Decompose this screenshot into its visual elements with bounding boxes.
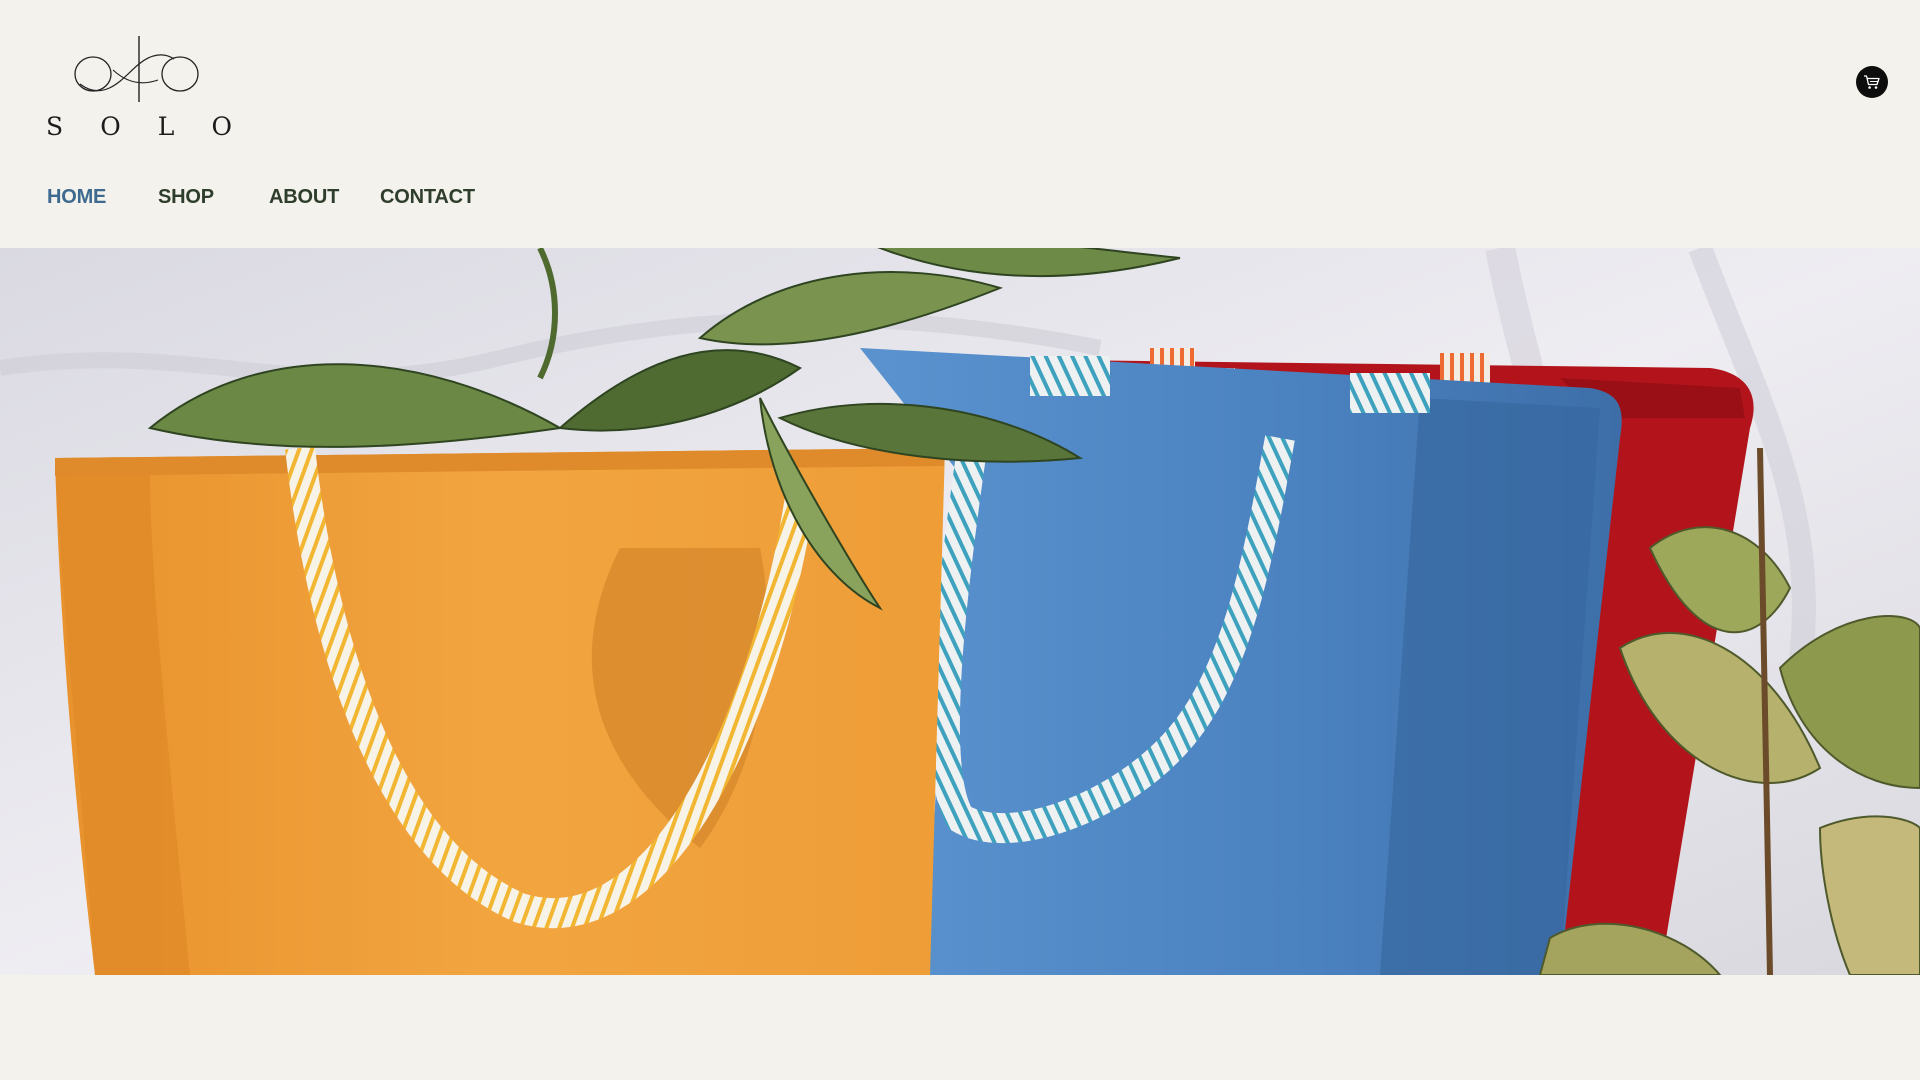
logo-mark [74, 36, 199, 102]
logo-letter: O [211, 112, 232, 141]
nav-home[interactable]: HOME [47, 186, 106, 209]
page-bottom [0, 975, 1920, 1080]
hero-image [0, 248, 1920, 975]
logo-letter: O [100, 112, 121, 141]
cart-button[interactable] [1856, 66, 1888, 98]
logo-letter: L [157, 112, 175, 141]
nav-about[interactable]: ABOUT [269, 186, 339, 209]
logo-wordmark: S O L O [46, 112, 232, 141]
nav-contact[interactable]: CONTACT [380, 186, 475, 209]
shopping-cart-icon [1864, 75, 1880, 89]
nav-shop[interactable]: SHOP [158, 186, 214, 209]
solo-logo[interactable]: S O L O [46, 34, 232, 144]
site-header: S O L O HOME SHOP ABOUT CONTACT [0, 0, 1920, 248]
main-nav: HOME SHOP ABOUT CONTACT [0, 186, 600, 212]
logo-letter: S [46, 112, 64, 141]
